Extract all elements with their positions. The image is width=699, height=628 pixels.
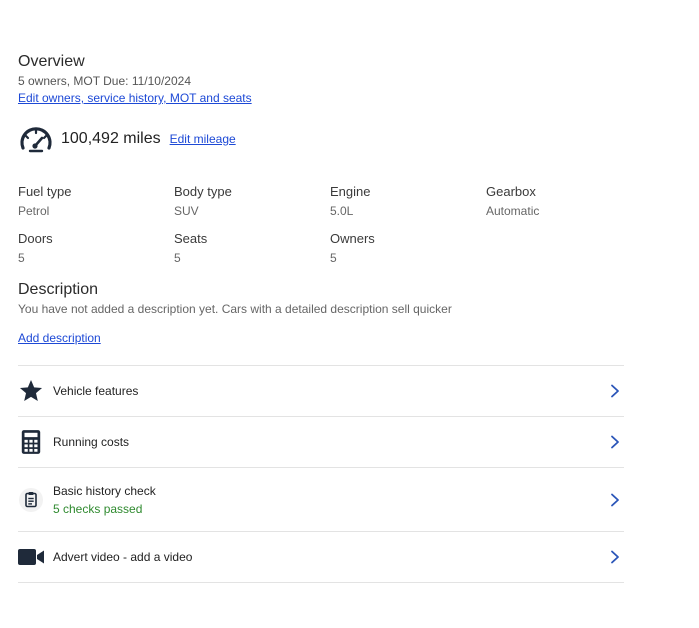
chevron-right-icon	[611, 550, 619, 564]
spec-doors: Doors 5	[18, 231, 174, 267]
checks-passed-status: 5 checks passed	[53, 501, 143, 516]
overview-section: Overview 5 owners, MOT Due: 11/10/2024 E…	[18, 52, 624, 107]
vehicle-overview-panel: Overview 5 owners, MOT Due: 11/10/2024 E…	[18, 52, 624, 583]
description-text: You have not added a description yet. Ca…	[18, 302, 452, 316]
spec-gearbox: Gearbox Automatic	[486, 184, 624, 220]
overview-title: Overview	[18, 53, 85, 70]
chevron-right-icon	[611, 435, 619, 449]
list-item-text: Running costs	[53, 433, 608, 451]
spec-value: 5	[330, 251, 337, 265]
description-title: Description	[18, 281, 99, 298]
spec-value: 5	[18, 251, 25, 265]
spec-grid: Fuel type Petrol Body type SUV Engine 5.…	[18, 184, 624, 267]
edit-mileage-link[interactable]: Edit mileage	[170, 130, 236, 148]
spec-engine: Engine 5.0L	[330, 184, 486, 220]
list-item-text: Vehicle features	[53, 382, 608, 400]
spec-value: 5	[174, 251, 181, 265]
list-item-basic-history-check[interactable]: Basic history check 5 checks passed	[18, 468, 624, 532]
spec-value: Petrol	[18, 204, 50, 218]
clipboard-icon	[18, 487, 44, 513]
list-item-title: Vehicle features	[53, 384, 139, 398]
list-item-advert-video[interactable]: Advert video - add a video	[18, 532, 624, 583]
add-description-link[interactable]: Add description	[18, 329, 101, 347]
list-item-text: Basic history check 5 checks passed	[53, 482, 608, 518]
spec-value: SUV	[174, 204, 199, 218]
spec-label: Fuel type	[18, 184, 72, 199]
mileage-value: 100,492 miles	[61, 130, 161, 147]
spec-value: Automatic	[486, 204, 540, 218]
spec-body-type: Body type SUV	[174, 184, 330, 220]
list-item-text: Advert video - add a video	[53, 548, 608, 566]
description-section: Description You have not added a descrip…	[18, 280, 624, 347]
spec-value: 5.0L	[330, 204, 354, 218]
spec-owners: Owners 5	[330, 231, 486, 267]
calculator-icon	[18, 429, 44, 455]
spec-label: Doors	[18, 231, 53, 246]
chevron-right-icon	[611, 384, 619, 398]
spec-fuel-type: Fuel type Petrol	[18, 184, 174, 220]
list-item-title: Advert video - add a video	[53, 550, 193, 564]
spec-seats: Seats 5	[174, 231, 330, 267]
details-list: Vehicle features Running costs Basic his…	[18, 365, 624, 583]
list-item-title: Running costs	[53, 435, 130, 449]
spec-label: Gearbox	[486, 184, 536, 199]
list-item-running-costs[interactable]: Running costs	[18, 417, 624, 468]
spec-label: Body type	[174, 184, 232, 199]
spec-label: Seats	[174, 231, 208, 246]
video-camera-icon	[18, 544, 44, 570]
mileage-row: 100,492 miles Edit mileage	[18, 124, 624, 154]
speedometer-icon	[20, 127, 52, 153]
edit-owners-link[interactable]: Edit owners, service history, MOT and se…	[18, 91, 252, 105]
chevron-right-icon	[611, 493, 619, 506]
overview-meta: 5 owners, MOT Due: 11/10/2024	[18, 74, 191, 88]
spec-label: Engine	[330, 184, 371, 199]
spec-label: Owners	[330, 231, 375, 246]
list-item-title: Basic history check	[53, 483, 156, 498]
list-item-vehicle-features[interactable]: Vehicle features	[18, 366, 624, 417]
star-icon	[18, 378, 44, 404]
